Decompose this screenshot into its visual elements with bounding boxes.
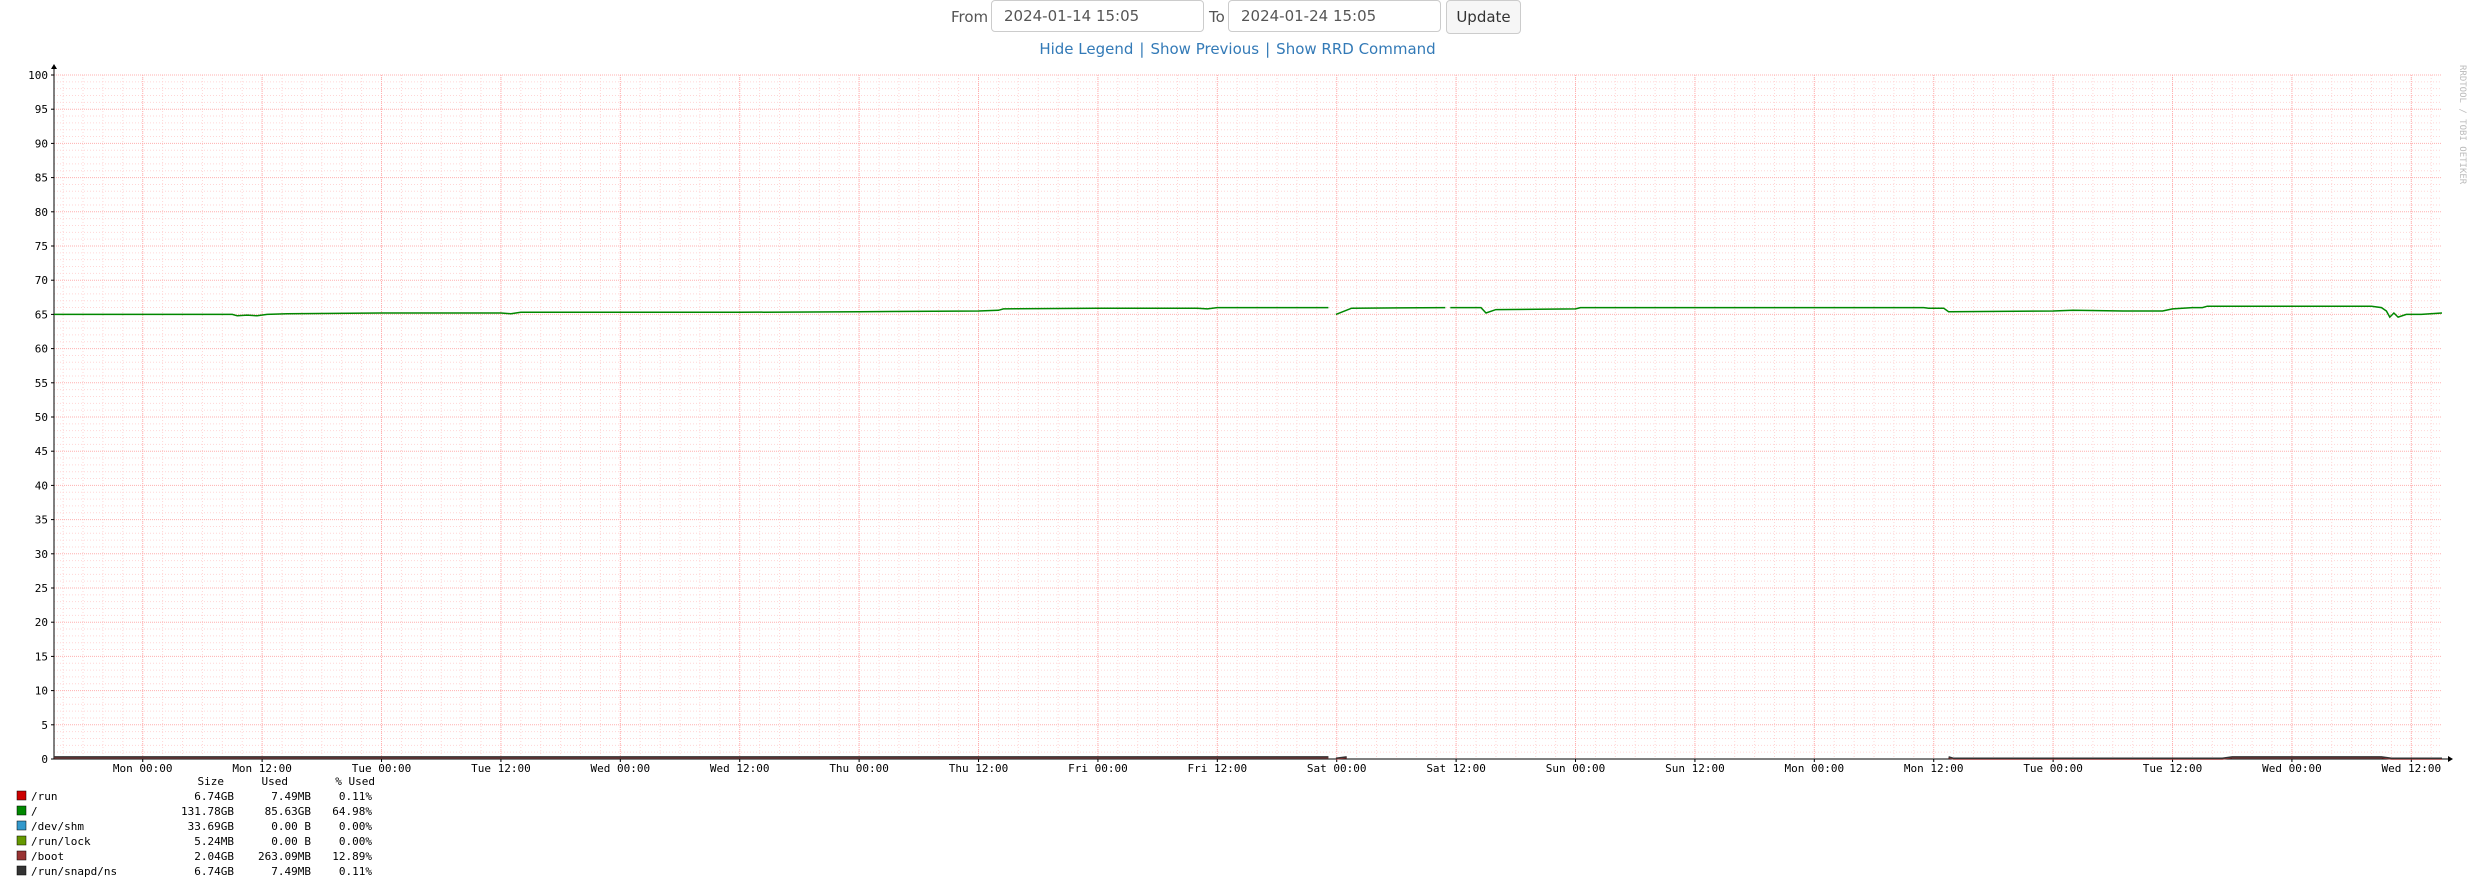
legend-label: /dev/shm: [31, 820, 84, 833]
x-tick-label: Tue 00:00: [2023, 762, 2083, 775]
x-tick-label: Sun 00:00: [1546, 762, 1606, 775]
y-tick-label: 35: [35, 514, 48, 527]
legend-used: 263.09MB: [258, 850, 311, 863]
y-tick-label: 40: [35, 479, 48, 492]
y-tick-label: 85: [35, 172, 48, 185]
legend-percent: 0.00%: [339, 835, 372, 848]
legend-percent: 0.11%: [339, 865, 372, 878]
y-tick-label: 90: [35, 137, 48, 150]
legend-size: 131.78GB: [181, 805, 234, 818]
legend-used: 7.49MB: [271, 790, 311, 803]
y-tick-label: 5: [41, 719, 48, 732]
y-axis-arrow: [51, 64, 57, 69]
y-tick-label: 65: [35, 308, 48, 321]
x-axis-arrow: [2448, 756, 2453, 762]
x-tick-label: Sat 00:00: [1307, 762, 1367, 775]
x-tick-label: Mon 00:00: [113, 762, 173, 775]
legend-percent: 0.11%: [339, 790, 372, 803]
show-rrd-command-link[interactable]: Show RRD Command: [1276, 40, 1436, 58]
link-separator: |: [1265, 40, 1271, 58]
x-tick-label: Thu 12:00: [949, 762, 1009, 775]
x-tick-label: Wed 12:00: [710, 762, 770, 775]
legend-header: Size: [198, 775, 225, 788]
y-tick-label: 45: [35, 445, 48, 458]
x-tick-label: Wed 00:00: [2262, 762, 2322, 775]
legend-percent: 0.00%: [339, 820, 372, 833]
y-tick-label: 25: [35, 582, 48, 595]
legend-size: 6.74GB: [194, 865, 234, 878]
link-separator: |: [1139, 40, 1145, 58]
legend-swatch: [16, 805, 27, 816]
legend-swatch: [16, 850, 27, 861]
series-line-1: [54, 305, 2443, 319]
y-tick-label: 60: [35, 343, 48, 356]
legend-swatch: [16, 820, 27, 831]
legend-swatch: [16, 835, 27, 846]
y-tick-label: 15: [35, 650, 48, 663]
x-tick-label: Tue 00:00: [352, 762, 412, 775]
x-tick-label: Mon 12:00: [232, 762, 292, 775]
x-tick-label: Mon 00:00: [1785, 762, 1845, 775]
y-tick-label: 100: [28, 69, 48, 82]
to-label: To: [1209, 8, 1225, 26]
legend-header: % Used: [335, 775, 375, 788]
hide-legend-link[interactable]: Hide Legend: [1039, 40, 1133, 58]
x-tick-label: Tue 12:00: [2143, 762, 2203, 775]
legend-size: 6.74GB: [194, 790, 234, 803]
legend-percent: 12.89%: [332, 850, 372, 863]
legend-percent: 64.98%: [332, 805, 372, 818]
date-range-controls: From To Update: [0, 0, 2475, 36]
y-tick-label: 0: [41, 753, 48, 766]
y-tick-label: 50: [35, 411, 48, 424]
y-tick-label: 75: [35, 240, 48, 253]
rrdtool-watermark: RRDTOOL / TOBI OETIKER: [2457, 65, 2467, 185]
from-date-input[interactable]: [991, 0, 1204, 32]
x-tick-label: Sun 12:00: [1665, 762, 1725, 775]
chart-legend: Size Used % Used/run 6.74GB 7.49MB 0.11% / 131.…: [16, 775, 375, 878]
legend-swatch: [16, 790, 27, 801]
y-tick-label: 80: [35, 206, 48, 219]
legend-used: 0.00 B: [271, 835, 311, 848]
legend-label: /boot: [31, 850, 64, 863]
disk-usage-chart: 0 5 10 15 20 25 30 35 40 45 50 55 60 65 70 75 80 85 90 95 10…: [16, 64, 2467, 878]
y-tick-label: 70: [35, 274, 48, 287]
x-tick-label: Tue 12:00: [471, 762, 531, 775]
chart-grid: [54, 74, 2442, 760]
x-tick-label: Thu 00:00: [829, 762, 889, 775]
y-tick-label: 30: [35, 548, 48, 561]
update-button[interactable]: Update: [1446, 0, 1521, 34]
chart-axes: 0 5 10 15 20 25 30 35 40 45 50 55 60 65 70 75 80 85 90 95 10…: [28, 64, 2453, 775]
x-tick-label: Fri 12:00: [1188, 762, 1248, 775]
graph-options-links: Hide Legend | Show Previous | Show RRD Comma…: [0, 40, 2475, 58]
show-previous-link[interactable]: Show Previous: [1150, 40, 1259, 58]
x-tick-label: Fri 00:00: [1068, 762, 1128, 775]
legend-used: 85.63GB: [265, 805, 312, 818]
legend-size: 33.69GB: [188, 820, 235, 833]
y-tick-label: 95: [35, 103, 48, 116]
legend-size: 5.24MB: [194, 835, 234, 848]
legend-label: /run/lock: [31, 835, 91, 848]
y-tick-label: 10: [35, 685, 48, 698]
legend-size: 2.04GB: [194, 850, 234, 863]
legend-label: /run: [31, 790, 58, 803]
from-label: From: [951, 8, 989, 26]
x-tick-label: Sat 12:00: [1426, 762, 1486, 775]
y-tick-label: 55: [35, 377, 48, 390]
legend-header: Used: [262, 775, 289, 788]
x-tick-label: Wed 12:00: [2382, 762, 2442, 775]
x-tick-label: Mon 12:00: [1904, 762, 1964, 775]
y-tick-label: 20: [35, 616, 48, 629]
legend-used: 7.49MB: [271, 865, 311, 878]
to-date-input[interactable]: [1228, 0, 1441, 32]
legend-label: /run/snapd/ns: [31, 865, 117, 878]
legend-swatch: [16, 865, 27, 876]
x-tick-label: Wed 00:00: [591, 762, 651, 775]
legend-label: /: [31, 805, 38, 818]
legend-used: 0.00 B: [271, 820, 311, 833]
